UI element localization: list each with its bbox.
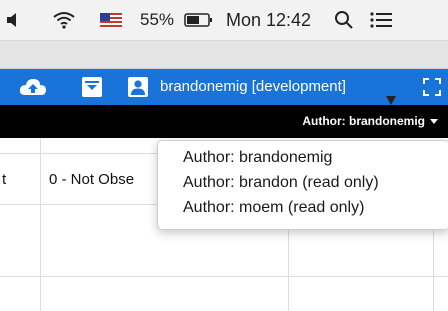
cloud-upload-icon: [19, 79, 46, 95]
fullscreen-button[interactable]: [420, 69, 444, 105]
menu-item-author-brandon[interactable]: Author: brandon (read only): [183, 172, 379, 194]
fullscreen-icon: [423, 78, 441, 96]
menubar-clock[interactable]: Mon 12:42: [226, 0, 311, 40]
table-cell[interactable]: t: [2, 171, 6, 188]
chevron-down-icon: [430, 119, 438, 125]
battery-percent[interactable]: 55%: [140, 0, 174, 40]
browser-toolbar: [0, 41, 448, 69]
author-bar: Author: brandonemig: [0, 105, 448, 138]
us-flag-icon[interactable]: [100, 0, 122, 40]
author-select[interactable]: Author: brandonemig: [302, 105, 438, 138]
archive-box-button[interactable]: [78, 69, 106, 105]
user-icon: [128, 77, 148, 97]
menu-item-author-moem[interactable]: Author: moem (read only): [183, 197, 364, 219]
user-environment-label[interactable]: brandonemig [development]: [160, 69, 346, 105]
author-dropdown-menu: Author: brandonemig Author: brandon (rea…: [157, 140, 448, 230]
system-menu-bar: 55% Mon 12:42: [0, 0, 448, 41]
notification-center-icon[interactable]: [370, 0, 392, 40]
tooltip-pointer: [386, 96, 396, 105]
menu-item-author-brandonemig[interactable]: Author: brandonemig: [183, 147, 332, 169]
app-header-bar: brandonemig [development]: [0, 69, 448, 105]
archive-box-icon: [82, 77, 102, 97]
user-account-button[interactable]: [124, 69, 152, 105]
battery-icon[interactable]: [184, 0, 214, 40]
wifi-icon[interactable]: [52, 0, 76, 40]
table-cell[interactable]: 0 - Not Obse: [49, 171, 134, 188]
spotlight-search-icon[interactable]: [334, 0, 354, 40]
cloud-upload-button[interactable]: [12, 69, 54, 105]
speaker-icon[interactable]: [6, 0, 22, 40]
author-select-label: Author: brandonemig: [302, 114, 425, 128]
